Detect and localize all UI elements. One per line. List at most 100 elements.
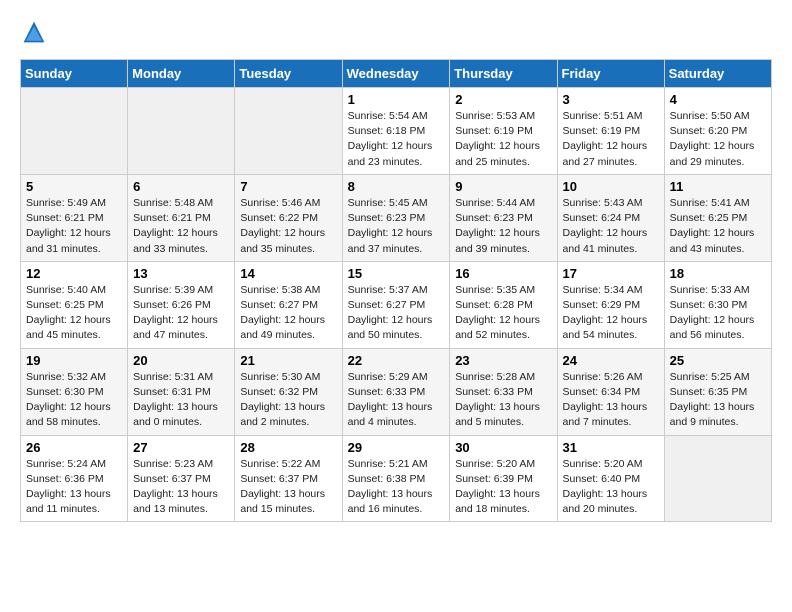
day-number: 1	[348, 92, 445, 107]
day-number: 15	[348, 266, 445, 281]
day-number: 4	[670, 92, 766, 107]
day-detail: Sunrise: 5:38 AM Sunset: 6:27 PM Dayligh…	[240, 283, 336, 344]
day-detail: Sunrise: 5:41 AM Sunset: 6:25 PM Dayligh…	[670, 196, 766, 257]
day-number: 31	[563, 440, 659, 455]
day-number: 14	[240, 266, 336, 281]
calendar-cell: 9Sunrise: 5:44 AM Sunset: 6:23 PM Daylig…	[450, 174, 557, 261]
day-detail: Sunrise: 5:29 AM Sunset: 6:33 PM Dayligh…	[348, 370, 445, 431]
day-number: 8	[348, 179, 445, 194]
day-detail: Sunrise: 5:49 AM Sunset: 6:21 PM Dayligh…	[26, 196, 122, 257]
header-saturday: Saturday	[664, 60, 771, 88]
header-thursday: Thursday	[450, 60, 557, 88]
calendar-cell: 12 Sunrise: 5:40 AM Sunset: 6:25 PM Dayli…	[21, 261, 128, 348]
header-tuesday: Tuesday	[235, 60, 342, 88]
day-detail: Sunrise: 5:21 AM Sunset: 6:38 PM Dayligh…	[348, 457, 445, 518]
header-row: SundayMondayTuesdayWednesdayThursdayFrid…	[21, 60, 772, 88]
calendar-cell	[21, 88, 128, 175]
day-number: 30	[455, 440, 551, 455]
calendar-cell: 5 Sunrise: 5:49 AM Sunset: 6:21 PM Daylig…	[21, 174, 128, 261]
calendar-cell: 24Sunrise: 5:26 AM Sunset: 6:34 PM Dayli…	[557, 348, 664, 435]
calendar-cell	[664, 435, 771, 522]
day-detail: Sunrise: 5:32 AM Sunset: 6:30 PM Dayligh…	[26, 370, 122, 431]
day-number: 9	[455, 179, 551, 194]
day-number: 22	[348, 353, 445, 368]
header-friday: Friday	[557, 60, 664, 88]
day-detail: Sunrise: 5:33 AM Sunset: 6:30 PM Dayligh…	[670, 283, 766, 344]
day-number: 29	[348, 440, 445, 455]
day-detail: Sunrise: 5:31 AM Sunset: 6:31 PM Dayligh…	[133, 370, 229, 431]
calendar-cell	[128, 88, 235, 175]
calendar-cell: 14 Sunrise: 5:38 AM Sunset: 6:27 PM Dayli…	[235, 261, 342, 348]
week-row-3: 19 Sunrise: 5:32 AM Sunset: 6:30 PM Dayli…	[21, 348, 772, 435]
day-detail: Sunrise: 5:43 AM Sunset: 6:24 PM Dayligh…	[563, 196, 659, 257]
calendar-cell: 13 Sunrise: 5:39 AM Sunset: 6:26 PM Dayli…	[128, 261, 235, 348]
calendar-cell: 23 Sunrise: 5:28 AM Sunset: 6:33 PM Dayli…	[450, 348, 557, 435]
day-number: 25	[670, 353, 766, 368]
calendar-cell: 22 Sunrise: 5:29 AM Sunset: 6:33 PM Dayli…	[342, 348, 450, 435]
day-detail: Sunrise: 5:39 AM Sunset: 6:26 PM Dayligh…	[133, 283, 229, 344]
day-detail: Sunrise: 5:40 AM Sunset: 6:25 PM Dayligh…	[26, 283, 122, 344]
week-row-1: 5 Sunrise: 5:49 AM Sunset: 6:21 PM Daylig…	[21, 174, 772, 261]
calendar-cell: 20Sunrise: 5:31 AM Sunset: 6:31 PM Dayli…	[128, 348, 235, 435]
day-detail: Sunrise: 5:30 AM Sunset: 6:32 PM Dayligh…	[240, 370, 336, 431]
day-number: 19	[26, 353, 122, 368]
calendar-table: SundayMondayTuesdayWednesdayThursdayFrid…	[20, 59, 772, 522]
day-number: 16	[455, 266, 551, 281]
day-detail: Sunrise: 5:23 AM Sunset: 6:37 PM Dayligh…	[133, 457, 229, 518]
day-detail: Sunrise: 5:53 AM Sunset: 6:19 PM Dayligh…	[455, 109, 551, 170]
day-detail: Sunrise: 5:50 AM Sunset: 6:20 PM Dayligh…	[670, 109, 766, 170]
calendar-cell: 19 Sunrise: 5:32 AM Sunset: 6:30 PM Dayli…	[21, 348, 128, 435]
day-detail: Sunrise: 5:20 AM Sunset: 6:39 PM Dayligh…	[455, 457, 551, 518]
calendar-cell: 1 Sunrise: 5:54 AM Sunset: 6:18 PM Daylig…	[342, 88, 450, 175]
calendar-cell: 11 Sunrise: 5:41 AM Sunset: 6:25 PM Dayli…	[664, 174, 771, 261]
calendar-cell	[235, 88, 342, 175]
day-number: 10	[563, 179, 659, 194]
day-detail: Sunrise: 5:51 AM Sunset: 6:19 PM Dayligh…	[563, 109, 659, 170]
calendar-cell: 7 Sunrise: 5:46 AM Sunset: 6:22 PM Daylig…	[235, 174, 342, 261]
page-header	[20, 20, 772, 49]
day-number: 26	[26, 440, 122, 455]
day-number: 12	[26, 266, 122, 281]
day-number: 23	[455, 353, 551, 368]
logo	[20, 20, 50, 49]
day-number: 11	[670, 179, 766, 194]
calendar-header: SundayMondayTuesdayWednesdayThursdayFrid…	[21, 60, 772, 88]
day-detail: Sunrise: 5:45 AM Sunset: 6:23 PM Dayligh…	[348, 196, 445, 257]
calendar-cell: 6Sunrise: 5:48 AM Sunset: 6:21 PM Daylig…	[128, 174, 235, 261]
day-number: 6	[133, 179, 229, 194]
day-number: 5	[26, 179, 122, 194]
header-wednesday: Wednesday	[342, 60, 450, 88]
week-row-2: 12 Sunrise: 5:40 AM Sunset: 6:25 PM Dayli…	[21, 261, 772, 348]
day-number: 17	[563, 266, 659, 281]
day-detail: Sunrise: 5:24 AM Sunset: 6:36 PM Dayligh…	[26, 457, 122, 518]
logo-icon	[22, 20, 46, 44]
calendar-cell: 15 Sunrise: 5:37 AM Sunset: 6:27 PM Dayli…	[342, 261, 450, 348]
day-detail: Sunrise: 5:46 AM Sunset: 6:22 PM Dayligh…	[240, 196, 336, 257]
calendar-body: 1 Sunrise: 5:54 AM Sunset: 6:18 PM Daylig…	[21, 88, 772, 522]
day-detail: Sunrise: 5:37 AM Sunset: 6:27 PM Dayligh…	[348, 283, 445, 344]
calendar-cell: 16Sunrise: 5:35 AM Sunset: 6:28 PM Dayli…	[450, 261, 557, 348]
day-detail: Sunrise: 5:25 AM Sunset: 6:35 PM Dayligh…	[670, 370, 766, 431]
calendar-cell: 26 Sunrise: 5:24 AM Sunset: 6:36 PM Dayli…	[21, 435, 128, 522]
calendar-cell: 18 Sunrise: 5:33 AM Sunset: 6:30 PM Dayli…	[664, 261, 771, 348]
day-detail: Sunrise: 5:54 AM Sunset: 6:18 PM Dayligh…	[348, 109, 445, 170]
week-row-4: 26 Sunrise: 5:24 AM Sunset: 6:36 PM Dayli…	[21, 435, 772, 522]
day-number: 21	[240, 353, 336, 368]
day-detail: Sunrise: 5:22 AM Sunset: 6:37 PM Dayligh…	[240, 457, 336, 518]
day-number: 27	[133, 440, 229, 455]
day-detail: Sunrise: 5:28 AM Sunset: 6:33 PM Dayligh…	[455, 370, 551, 431]
calendar-cell: 27 Sunrise: 5:23 AM Sunset: 6:37 PM Dayli…	[128, 435, 235, 522]
calendar-cell: 29 Sunrise: 5:21 AM Sunset: 6:38 PM Dayli…	[342, 435, 450, 522]
day-number: 18	[670, 266, 766, 281]
day-number: 2	[455, 92, 551, 107]
header-sunday: Sunday	[21, 60, 128, 88]
day-number: 7	[240, 179, 336, 194]
day-number: 28	[240, 440, 336, 455]
day-number: 13	[133, 266, 229, 281]
calendar-cell: 17Sunrise: 5:34 AM Sunset: 6:29 PM Dayli…	[557, 261, 664, 348]
calendar-cell: 31 Sunrise: 5:20 AM Sunset: 6:40 PM Dayli…	[557, 435, 664, 522]
calendar-cell: 4 Sunrise: 5:50 AM Sunset: 6:20 PM Daylig…	[664, 88, 771, 175]
calendar-cell: 2 Sunrise: 5:53 AM Sunset: 6:19 PM Daylig…	[450, 88, 557, 175]
day-detail: Sunrise: 5:20 AM Sunset: 6:40 PM Dayligh…	[563, 457, 659, 518]
calendar-cell: 3Sunrise: 5:51 AM Sunset: 6:19 PM Daylig…	[557, 88, 664, 175]
